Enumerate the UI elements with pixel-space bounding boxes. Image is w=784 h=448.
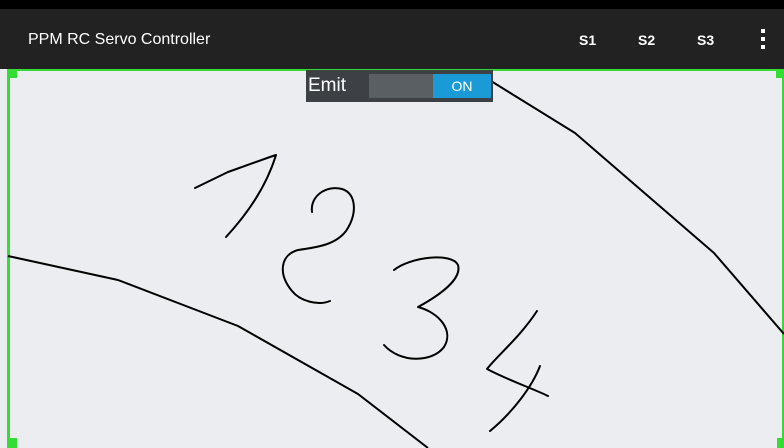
status-bar: [0, 0, 784, 9]
stroke-line-right: [490, 80, 784, 335]
emit-switch-thumb[interactable]: ON: [433, 74, 491, 98]
overflow-menu-icon[interactable]: [752, 27, 774, 53]
action-bar: PPM RC Servo Controller S1 S2 S3: [0, 9, 784, 69]
drawing-canvas[interactable]: [0, 69, 784, 448]
digit-4-stroke-a: [486, 310, 549, 397]
emit-panel: Emit ON: [306, 70, 493, 102]
digit-3-stroke: [383, 256, 460, 360]
digit-4-stroke-b: [489, 365, 541, 432]
action-s1-button[interactable]: S1: [579, 29, 596, 53]
digit-2-stroke: [282, 187, 355, 304]
action-s2-button[interactable]: S2: [638, 29, 655, 53]
digit-1-stroke: [194, 154, 277, 238]
corner-handle-bottom-right[interactable]: [777, 438, 784, 448]
emit-label: Emit: [308, 75, 346, 96]
stroke-line-left: [7, 255, 429, 448]
corner-handle-top-right[interactable]: [776, 69, 784, 78]
app-title: PPM RC Servo Controller: [28, 31, 211, 48]
emit-switch[interactable]: ON: [369, 74, 491, 98]
corner-handle-bottom-left[interactable]: [7, 438, 17, 448]
drawing-surface[interactable]: [0, 69, 784, 448]
corner-handle-top-left[interactable]: [7, 69, 17, 78]
action-s3-button[interactable]: S3: [697, 29, 714, 53]
